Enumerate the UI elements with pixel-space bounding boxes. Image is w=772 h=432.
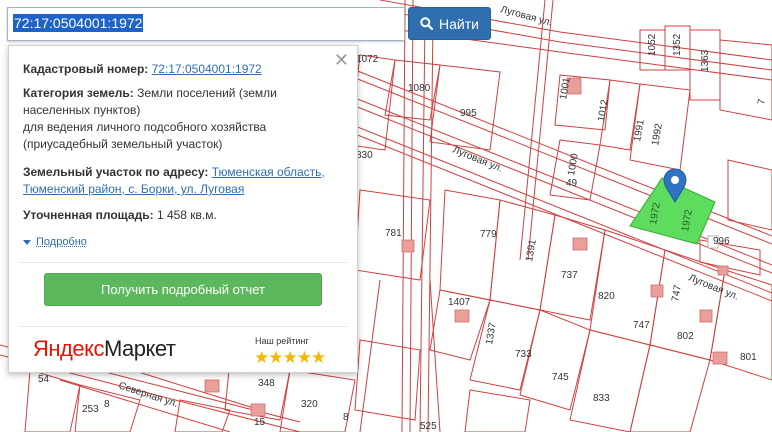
parcel-label: 15 xyxy=(254,417,266,428)
parcel-label: 1391 xyxy=(524,238,539,262)
address-row: Земельный участок по адресу: Тюменская о… xyxy=(23,164,345,198)
land-category-value-4: (приусадебный земельный участок) xyxy=(23,137,223,151)
parcel-label: 781 xyxy=(385,228,402,239)
parcel-label: 1001 xyxy=(558,76,573,100)
parcel-label: 830 xyxy=(356,150,373,161)
parcel-label: 49 xyxy=(566,178,578,189)
parcel-label: 320 xyxy=(301,399,318,410)
brand-part-1: Яндекс xyxy=(33,336,104,361)
parcel-label: 348 xyxy=(258,378,275,389)
parcel-label: 1012 xyxy=(596,98,611,122)
building xyxy=(650,284,664,298)
land-category-label: Категория земель: xyxy=(23,86,134,100)
details-toggle[interactable]: Подробно xyxy=(23,236,87,248)
divider xyxy=(19,262,347,263)
building xyxy=(712,351,728,365)
search-input-value: 72:17:0504001:1972 xyxy=(13,14,144,32)
rating-label: Наш рейтинг xyxy=(255,336,309,346)
search-button[interactable]: Найти xyxy=(408,7,491,40)
parcel-label: 1992 xyxy=(650,122,665,146)
building xyxy=(454,309,470,323)
parcel-label: 801 xyxy=(740,352,757,363)
building xyxy=(717,265,729,276)
address-link-1[interactable]: Тюменская область, xyxy=(212,165,325,179)
cadastral-number-link[interactable]: 72:17:0504001:1972 xyxy=(152,62,262,76)
parcel-label: 54 xyxy=(38,374,50,385)
land-category-value-1: Земли поселений (земли xyxy=(137,86,277,100)
parcel-label: 733 xyxy=(515,349,532,360)
building xyxy=(401,239,415,253)
land-category-value-2: населенных пунктов) xyxy=(23,103,141,117)
parcel-label: 8 xyxy=(343,412,349,423)
street-label: Северная ул. xyxy=(117,380,179,410)
get-report-button[interactable]: Получить подробный отчет xyxy=(44,273,322,306)
building xyxy=(699,309,713,323)
parcel-label: 995 xyxy=(460,108,477,119)
parcel-label: 802 xyxy=(677,331,694,342)
parcel-label: 1363 xyxy=(700,49,711,72)
land-category-row: Категория земель: Земли поселений (земли… xyxy=(23,85,345,153)
area-value: 1 458 кв.м. xyxy=(156,208,217,222)
parcel-label: 1000 xyxy=(566,152,581,176)
search-icon xyxy=(420,17,434,30)
parcel-info-popup: ✕ Кадастровый номер: 72:17:0504001:1972 … xyxy=(8,45,358,373)
area-label: Уточненная площадь: xyxy=(23,208,154,222)
building xyxy=(572,237,588,251)
land-category-value-3: для ведения личного подсобного хозяйства xyxy=(23,120,267,134)
parcel-label: 747 xyxy=(633,320,650,331)
search-input[interactable]: 72:17:0504001:1972 xyxy=(7,7,405,41)
parcel-label: 1052 xyxy=(647,33,658,56)
divider xyxy=(19,326,347,327)
get-report-button-label: Получить подробный отчет xyxy=(100,282,266,297)
address-link-2[interactable]: Тюменский район, с. Борки, ул. Луговая xyxy=(23,182,244,196)
parcel-label: 253 xyxy=(82,404,99,415)
parcel-label: 747 xyxy=(670,284,684,303)
parcel-label: 1352 xyxy=(672,33,683,56)
parcel-label: 737 xyxy=(561,270,578,281)
street-label: Луговая ул. xyxy=(451,145,504,175)
parcel-label: 996 xyxy=(713,236,730,247)
parcel-label: 525 xyxy=(420,421,437,432)
search-button-label: Найти xyxy=(439,15,479,32)
brand-part-2: Маркет xyxy=(103,336,176,361)
parcel-label: 745 xyxy=(552,372,569,383)
parcel-label: 833 xyxy=(593,393,610,404)
building xyxy=(250,403,266,417)
area-row: Уточненная площадь: 1 458 кв.м. xyxy=(23,207,345,224)
parcel-label: 820 xyxy=(598,291,615,302)
parcel-label: 779 xyxy=(480,229,497,240)
building xyxy=(204,379,220,393)
parcel-label: 8 xyxy=(104,399,110,410)
rating-stars: ★★★★★ xyxy=(254,348,326,367)
parcel-label: 1072 xyxy=(356,54,379,65)
yandex-market-logo[interactable]: ЯндексМаркет xyxy=(33,336,176,362)
street-label: Луговая ул. xyxy=(499,4,553,28)
parcel-label: 1407 xyxy=(448,297,471,308)
details-toggle-label: Подробно xyxy=(36,236,87,248)
parcel-label: 7 xyxy=(756,98,768,106)
parcel-label: 1337 xyxy=(484,321,499,345)
cadastral-number-label: Кадастровый номер: xyxy=(23,62,149,76)
chevron-down-icon xyxy=(23,239,31,245)
cadastral-number-row: Кадастровый номер: 72:17:0504001:1972 xyxy=(23,61,345,78)
parcel-label: 1080 xyxy=(408,83,431,94)
address-label: Земельный участок по адресу: xyxy=(23,165,209,179)
